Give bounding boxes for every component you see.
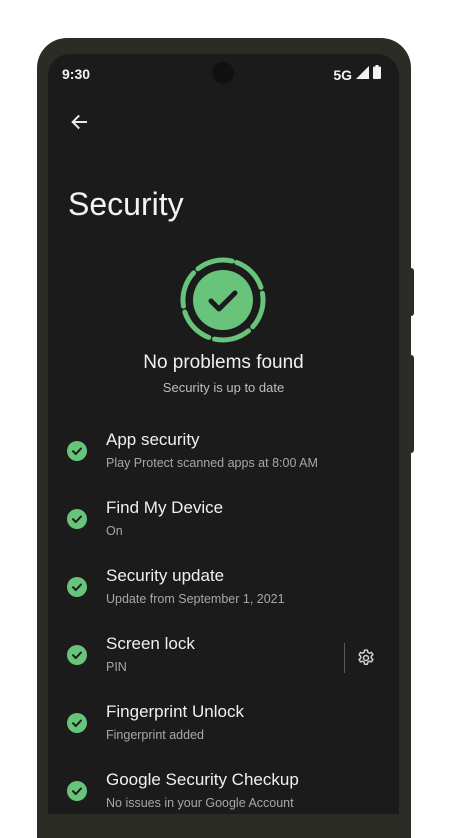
list-item-fingerprint-unlock[interactable]: Fingerprint Unlock Fingerprint added <box>48 684 399 752</box>
page-title: Security <box>68 186 184 222</box>
status-bar: 9:30 5G <box>48 54 399 94</box>
check-circle-icon <box>67 781 87 801</box>
battery-icon <box>373 65 381 84</box>
network-type: 5G <box>333 66 352 83</box>
signal-icon <box>356 65 369 84</box>
check-circle-icon <box>67 577 87 597</box>
list-item-security-update[interactable]: Security update Update from September 1,… <box>48 548 399 616</box>
list-item-screen-lock[interactable]: Screen lock PIN <box>48 616 399 684</box>
phone-screen: 9:30 5G Security No problems found Secur… <box>48 54 399 814</box>
gear-icon[interactable] <box>354 646 378 670</box>
check-circle-icon <box>67 713 87 733</box>
list-item-google-security-checkup[interactable]: Google Security Checkup No issues in you… <box>48 752 399 814</box>
list-item-title: App security <box>106 430 200 449</box>
check-circle-icon <box>67 509 87 529</box>
check-circle-icon <box>67 441 87 461</box>
status-time: 9:30 <box>62 66 91 82</box>
divider <box>344 643 345 673</box>
back-button[interactable] <box>66 111 92 137</box>
volume-button <box>409 355 414 453</box>
list-item-subtitle: Fingerprint added <box>106 728 204 742</box>
list-item-title: Security update <box>106 566 225 585</box>
list-item-subtitle: On <box>106 524 123 538</box>
power-button <box>409 268 414 316</box>
back-arrow-icon <box>70 113 88 136</box>
list-item-title: Screen lock <box>106 634 195 653</box>
check-circle-icon <box>67 645 87 665</box>
status-subtitle: Security is up to date <box>162 380 285 395</box>
shield-check-icon <box>179 256 267 344</box>
list-item-subtitle: No issues in your Google Account <box>106 796 294 810</box>
list-item-subtitle: PIN <box>106 660 127 674</box>
list-item-subtitle: Play Protect scanned apps at 8:00 AM <box>106 456 318 470</box>
status-icons: 5G <box>333 65 381 84</box>
list-item-find-my-device[interactable]: Find My Device On <box>48 480 399 548</box>
list-item-title: Google Security Checkup <box>106 770 299 789</box>
status-title: No problems found <box>143 352 304 373</box>
list-item-app-security[interactable]: App security Play Protect scanned apps a… <box>48 412 399 480</box>
list-item-subtitle: Update from September 1, 2021 <box>106 592 285 606</box>
list-item-title: Find My Device <box>106 498 224 517</box>
list-item-title: Fingerprint Unlock <box>106 702 244 721</box>
